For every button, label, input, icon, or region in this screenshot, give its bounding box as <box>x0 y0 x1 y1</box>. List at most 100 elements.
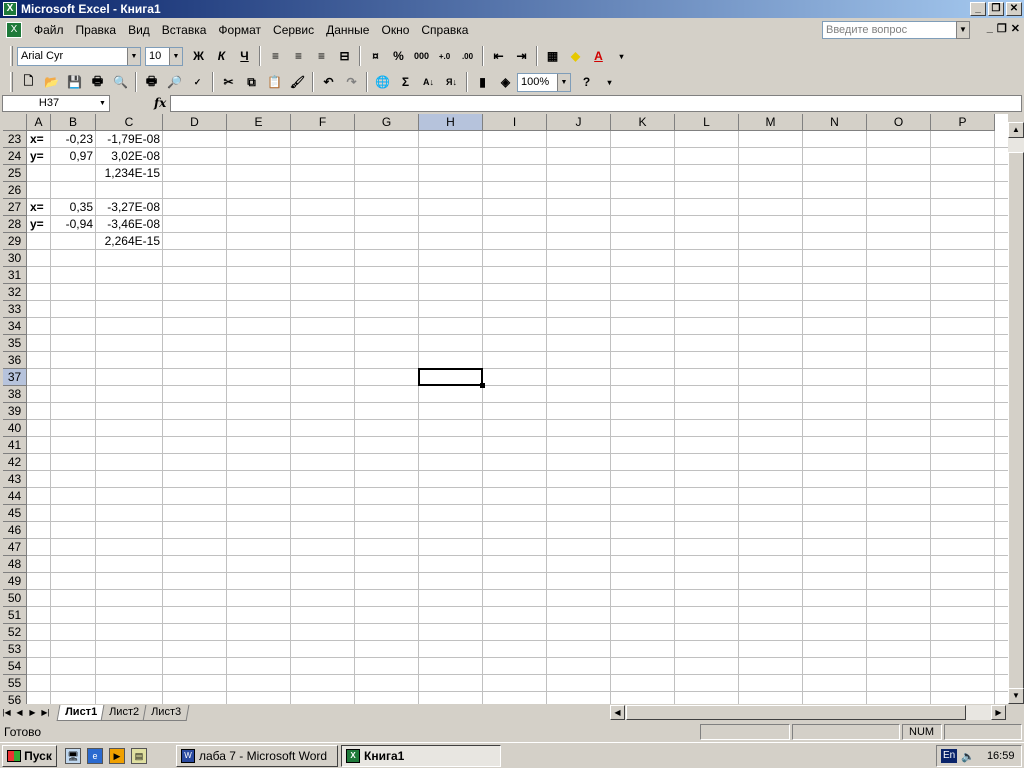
column-header-p[interactable]: P <box>931 114 995 131</box>
print-preview-icon[interactable]: 🔍 <box>109 71 132 93</box>
column-header-i[interactable]: I <box>483 114 547 131</box>
row-header-54[interactable]: 54 <box>3 658 27 675</box>
excel-icon[interactable]: X <box>6 22 22 38</box>
sort-descending-icon[interactable]: Я↓ <box>440 71 463 93</box>
menu-insert[interactable]: Вставка <box>156 20 213 40</box>
chevron-down-icon[interactable]: ▼ <box>127 47 140 65</box>
column-header-f[interactable]: F <box>291 114 355 131</box>
row-header-39[interactable]: 39 <box>3 403 27 420</box>
zoom-select[interactable]: 100% ▼ <box>517 72 571 92</box>
menu-window[interactable]: Окно <box>375 20 415 40</box>
formula-input[interactable] <box>170 95 1022 112</box>
new-document-icon[interactable]: 🗋 <box>17 71 40 93</box>
row-header-55[interactable]: 55 <box>3 675 27 692</box>
show-desktop-icon[interactable]: ▤ <box>131 747 147 764</box>
row-header-48[interactable]: 48 <box>3 556 27 573</box>
last-sheet-icon[interactable]: ▶| <box>39 705 52 720</box>
drawing-icon[interactable]: ◈ <box>494 71 517 93</box>
row-header-23[interactable]: 23 <box>3 131 27 148</box>
active-cell-selection[interactable] <box>418 368 483 386</box>
scroll-thumb[interactable] <box>1008 152 1024 696</box>
row-header-52[interactable]: 52 <box>3 624 27 641</box>
font-size-select[interactable]: 10 ▼ <box>145 46 183 66</box>
menu-help[interactable]: Справка <box>415 20 474 40</box>
toolbar-options-icon[interactable]: ▾ <box>598 71 621 93</box>
cell-b24[interactable]: 0,97 <box>52 148 93 165</box>
menu-tools[interactable]: Сервис <box>267 20 320 40</box>
row-header-36[interactable]: 36 <box>3 352 27 369</box>
cell-c28[interactable]: -3,46E-08 <box>97 216 160 233</box>
row-header-40[interactable]: 40 <box>3 420 27 437</box>
help-icon[interactable]: ? <box>575 71 598 93</box>
name-box[interactable]: H37 ▼ <box>2 95 110 112</box>
row-header-53[interactable]: 53 <box>3 641 27 658</box>
autosum-button[interactable]: Σ <box>394 71 417 93</box>
font-color-icon[interactable]: A <box>587 45 610 67</box>
toolbar-grip[interactable] <box>10 72 13 92</box>
align-right-icon[interactable]: ≡ <box>310 45 333 67</box>
spelling-icon[interactable]: ✓ <box>186 71 209 93</box>
row-header-46[interactable]: 46 <box>3 522 27 539</box>
undo-icon[interactable]: ↶ <box>317 71 340 93</box>
row-header-38[interactable]: 38 <box>3 386 27 403</box>
preview-icon[interactable]: 🔎 <box>163 71 186 93</box>
row-header-41[interactable]: 41 <box>3 437 27 454</box>
increase-indent-icon[interactable]: ⇥ <box>510 45 533 67</box>
cell-c24[interactable]: 3,02E-08 <box>97 148 160 165</box>
permission-icon[interactable]: 🖶 <box>86 71 109 93</box>
row-header-28[interactable]: 28 <box>3 216 27 233</box>
column-header-a[interactable]: A <box>27 114 51 131</box>
restore-button[interactable]: ❐ <box>988 2 1004 16</box>
column-header-l[interactable]: L <box>675 114 739 131</box>
worksheet-grid[interactable]: A B C D E F G H I J K L M N O P 23 24 25 26 27 28 29 30 31 32 33 34… <box>3 114 1008 704</box>
chart-wizard-icon[interactable]: ▮ <box>471 71 494 93</box>
scroll-left-icon[interactable]: ◀ <box>610 705 625 720</box>
cell-a23[interactable]: x= <box>28 131 48 148</box>
chevron-down-icon[interactable]: ▼ <box>956 21 970 39</box>
cell-a27[interactable]: x= <box>28 199 48 216</box>
decrease-indent-icon[interactable]: ⇤ <box>487 45 510 67</box>
first-sheet-icon[interactable]: |◀ <box>0 705 13 720</box>
menu-format[interactable]: Формат <box>212 20 267 40</box>
row-header-29[interactable]: 29 <box>3 233 27 250</box>
close-button[interactable]: ✕ <box>1006 2 1022 16</box>
next-sheet-icon[interactable]: ▶ <box>26 705 39 720</box>
paste-icon[interactable]: 📋 <box>263 71 286 93</box>
row-header-49[interactable]: 49 <box>3 573 27 590</box>
row-header-27[interactable]: 27 <box>3 199 27 216</box>
row-header-31[interactable]: 31 <box>3 267 27 284</box>
cell-c27[interactable]: -3,27E-08 <box>97 199 160 216</box>
ask-question-input[interactable]: Введите вопрос ▼ <box>822 21 970 39</box>
chevron-down-icon[interactable]: ▼ <box>557 73 570 91</box>
thousands-button[interactable]: 000 <box>410 45 433 67</box>
doc-minimize-button[interactable]: _ <box>987 22 993 35</box>
row-header-44[interactable]: 44 <box>3 488 27 505</box>
hyperlink-icon[interactable]: 🌐 <box>371 71 394 93</box>
row-header-30[interactable]: 30 <box>3 250 27 267</box>
cell-b23[interactable]: -0,23 <box>52 131 93 148</box>
cell-c25[interactable]: 1,234E-15 <box>97 165 160 182</box>
menu-data[interactable]: Данные <box>320 20 375 40</box>
cell-c23[interactable]: -1,79E-08 <box>97 131 160 148</box>
language-indicator[interactable]: En <box>941 749 958 763</box>
row-header-37[interactable]: 37 <box>3 369 27 386</box>
italic-button[interactable]: К <box>210 45 233 67</box>
merge-center-icon[interactable]: ⊟ <box>333 45 356 67</box>
column-header-g[interactable]: G <box>355 114 419 131</box>
row-header-47[interactable]: 47 <box>3 539 27 556</box>
chevron-down-icon[interactable]: ▼ <box>169 47 182 65</box>
underline-button[interactable]: Ч <box>233 45 256 67</box>
prev-sheet-icon[interactable]: ◀ <box>13 705 26 720</box>
row-header-32[interactable]: 32 <box>3 284 27 301</box>
fill-handle[interactable] <box>480 383 485 388</box>
column-header-o[interactable]: O <box>867 114 931 131</box>
percent-button[interactable]: % <box>387 45 410 67</box>
row-header-33[interactable]: 33 <box>3 301 27 318</box>
row-header-34[interactable]: 34 <box>3 318 27 335</box>
internet-explorer-icon[interactable]: e <box>87 747 103 764</box>
row-header-24[interactable]: 24 <box>3 148 27 165</box>
insert-function-icon[interactable]: fx <box>154 96 166 110</box>
font-name-select[interactable]: Arial Cyr ▼ <box>17 46 141 66</box>
row-header-45[interactable]: 45 <box>3 505 27 522</box>
bold-button[interactable]: Ж <box>187 45 210 67</box>
